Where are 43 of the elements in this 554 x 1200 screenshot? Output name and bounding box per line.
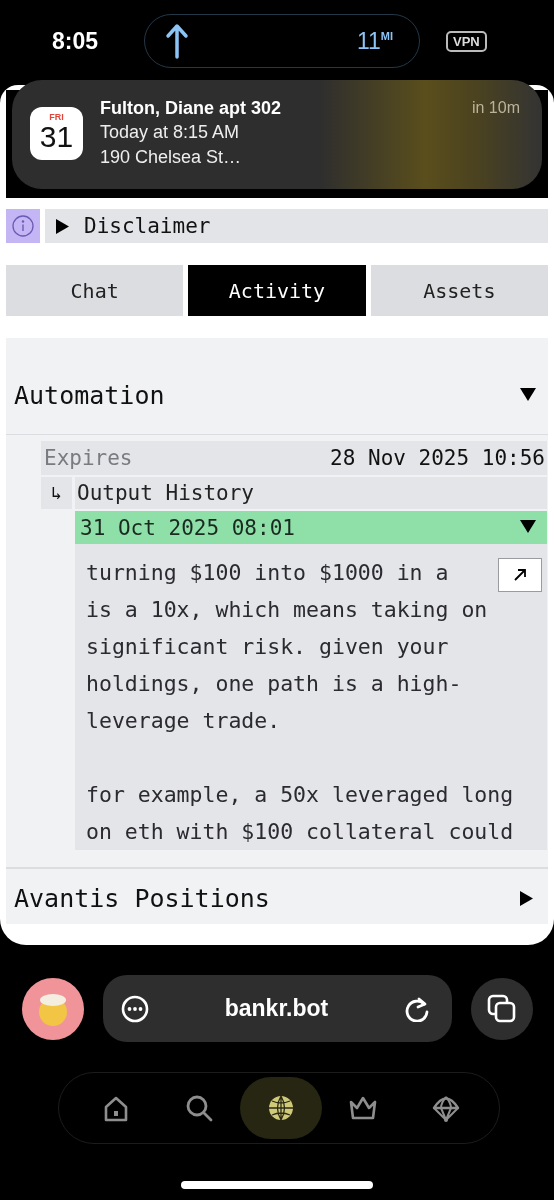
output-paragraph: for example, a 50x leveraged long on eth with $100 collateral could [86, 781, 514, 846]
calendar-date: 31 [39, 122, 74, 152]
reload-icon[interactable] [404, 995, 430, 1022]
disclaimer-label: Disclaimer [84, 214, 211, 238]
copy-icon [487, 993, 517, 1024]
section-title: Automation [14, 380, 165, 410]
tab[interactable]: Activity [188, 265, 366, 316]
expires-value: 28 Nov 2025 10:56 [330, 446, 545, 470]
calendar-day: FRI [49, 112, 64, 122]
branch-glyph: ↳ [41, 477, 72, 509]
clock-time: 8:05 [52, 27, 100, 55]
notification-title: Fulton, Diane apt 302 [100, 97, 283, 120]
more-icon[interactable] [121, 994, 149, 1023]
expand-triangle-icon[interactable] [520, 891, 536, 906]
notification-time: Today at 8:15 AM [100, 121, 241, 144]
collapse-triangle-icon[interactable] [520, 387, 536, 403]
section-title: Avantis Positions [14, 884, 270, 913]
tab[interactable]: Assets [370, 265, 548, 316]
notification-location: 190 Chelsea St… [100, 146, 243, 169]
info-icon [12, 215, 34, 237]
navigation-distance: 11$^{MI}$ [356, 27, 393, 55]
expires-label: Expires [44, 446, 133, 470]
entry-timestamp: 31 Oct 2025 08:01 [80, 515, 295, 540]
notification-banner[interactable]: FRI 31 Fulton, Diane apt 302 Today at 8:15 AM 190 Chelsea St… in 10m [12, 80, 542, 189]
expand-triangle-icon[interactable] [56, 218, 72, 234]
section-header[interactable]: Automation [6, 338, 548, 435]
output-paragraph: turning $100 into $1000 in a is a 10x, which means taking on significant risk. given your holdings, one path is a high- leverage trade. [86, 559, 488, 735]
url-text: bankr.bot [224, 995, 329, 1022]
address-bar[interactable]: bankr.bot [103, 975, 452, 1042]
vpn-badge: VPN [446, 30, 487, 52]
section-header[interactable]: Avantis Positions [6, 867, 548, 924]
up-arrow-icon [165, 23, 189, 59]
globe-icon [266, 1093, 296, 1123]
notification-age: in 10m [471, 99, 520, 117]
diagonal-arrow-icon [513, 568, 527, 582]
collapse-triangle-icon[interactable] [520, 520, 536, 535]
avatar-icon[interactable] [22, 977, 84, 1040]
tab[interactable]: Chat [6, 265, 184, 316]
popout-button[interactable] [498, 558, 542, 592]
disclaimer-toggle[interactable]: Disclaimer [45, 209, 548, 243]
info-button[interactable] [6, 209, 40, 243]
entry-header[interactable]: 31 Oct 2025 08:01 [75, 511, 547, 544]
output-history-label: Output History [75, 477, 547, 509]
